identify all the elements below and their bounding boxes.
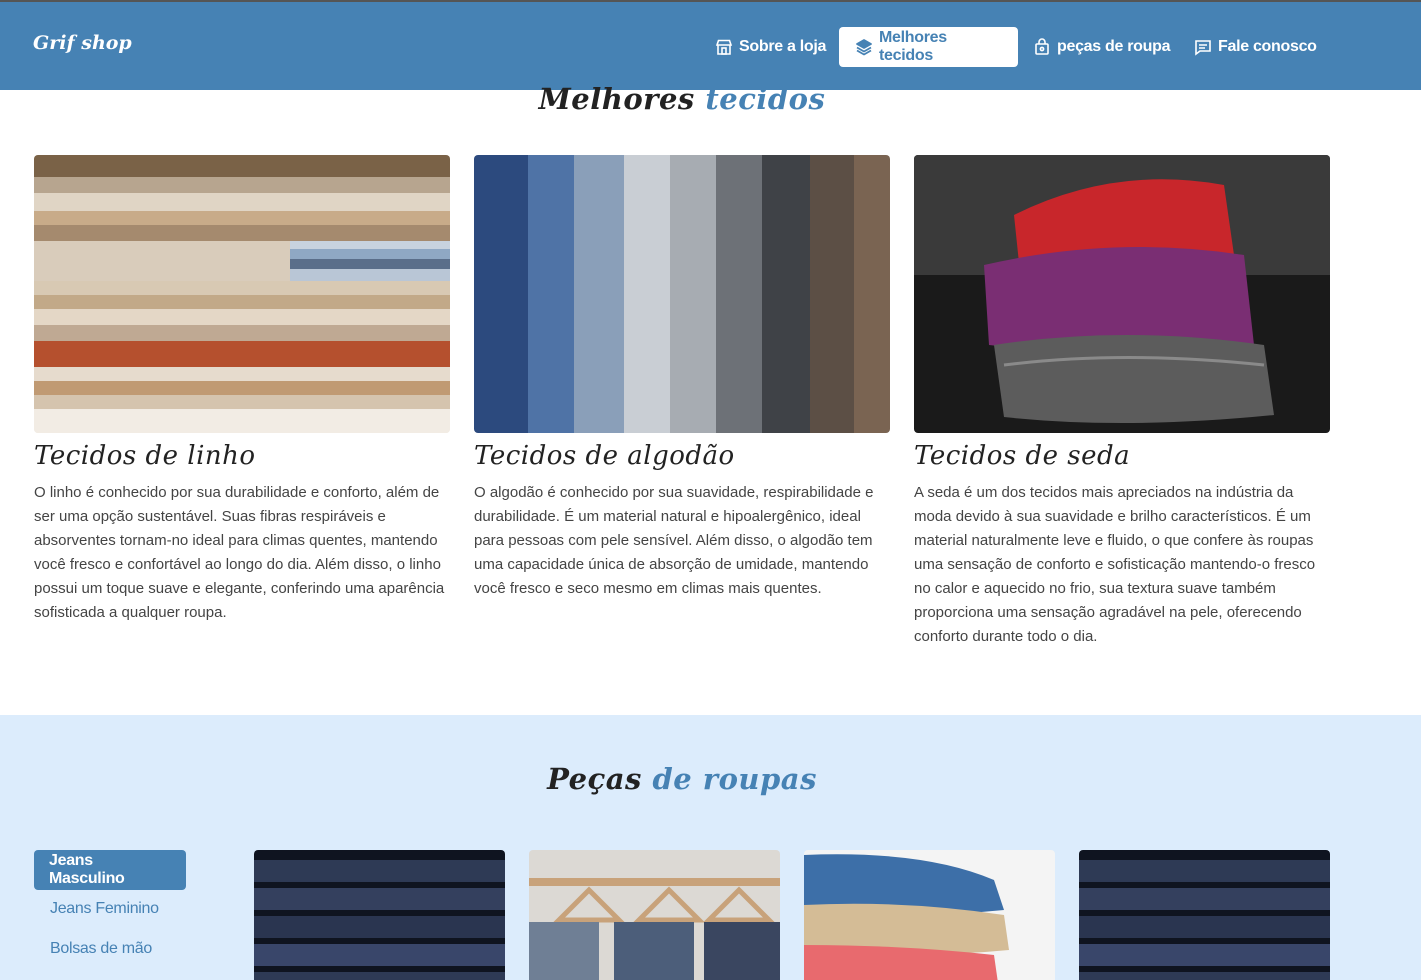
title-main: Melhores <box>538 82 695 116</box>
silk-stack-image <box>914 155 1330 433</box>
top-navbar: Grif shop Sobre a loja Melhores tecidos … <box>0 0 1421 90</box>
nav-label: Sobre a loja <box>739 38 827 55</box>
product-image[interactable] <box>1079 850 1330 980</box>
nav-melhores-tecidos[interactable]: Melhores tecidos <box>839 27 1018 67</box>
fabric-card-linho: Tecidos de linho O linho é conhecido por… <box>34 155 450 625</box>
fabric-card-seda: Tecidos de seda A seda é um dos tecidos … <box>914 155 1330 649</box>
nav-pecas-de-roupa[interactable]: peças de roupa <box>1033 27 1170 67</box>
linen-stack-image <box>34 155 450 433</box>
product-image[interactable] <box>804 850 1055 980</box>
nav-label: Fale conosco <box>1218 38 1317 55</box>
nav-sobre-a-loja[interactable]: Sobre a loja <box>715 27 826 67</box>
nav-fale-conosco[interactable]: Fale conosco <box>1194 27 1317 67</box>
store-icon <box>715 38 733 56</box>
card-text: O linho é conhecido por sua durabilidade… <box>34 484 445 621</box>
category-jeans-feminino[interactable]: Jeans Feminino <box>34 889 159 929</box>
section-title-pecas: Peças de roupas <box>0 762 1364 796</box>
layers-icon <box>855 38 873 56</box>
card-title: Tecidos de linho <box>34 441 256 471</box>
product-image[interactable] <box>529 850 780 980</box>
bag-icon <box>1033 38 1051 56</box>
cotton-swatches-image <box>474 155 890 433</box>
card-text: O algodão é conhecido por sua suavidade,… <box>474 484 874 597</box>
section-title-tecidos: Melhores tecidos <box>0 82 1364 116</box>
card-title: Tecidos de seda <box>914 441 1131 471</box>
chat-icon <box>1194 38 1212 56</box>
card-title: Tecidos de algodão <box>474 441 735 471</box>
category-jeans-masculino[interactable]: Jeans Masculino <box>34 850 186 890</box>
product-image[interactable] <box>254 850 505 980</box>
title-main: Peças <box>547 762 642 796</box>
brand-logo[interactable]: Grif shop <box>33 32 132 54</box>
category-bolsas-de-mao[interactable]: Bolsas de mão <box>34 929 152 969</box>
nav-label: Melhores tecidos <box>879 29 947 64</box>
title-accent: tecidos <box>705 82 826 116</box>
fabric-card-algodao: Tecidos de algodão O algodão é conhecido… <box>474 155 890 601</box>
card-text: A seda é um dos tecidos mais apreciados … <box>914 484 1316 645</box>
nav-label: peças de roupa <box>1057 38 1171 55</box>
title-accent: de roupas <box>652 762 817 796</box>
